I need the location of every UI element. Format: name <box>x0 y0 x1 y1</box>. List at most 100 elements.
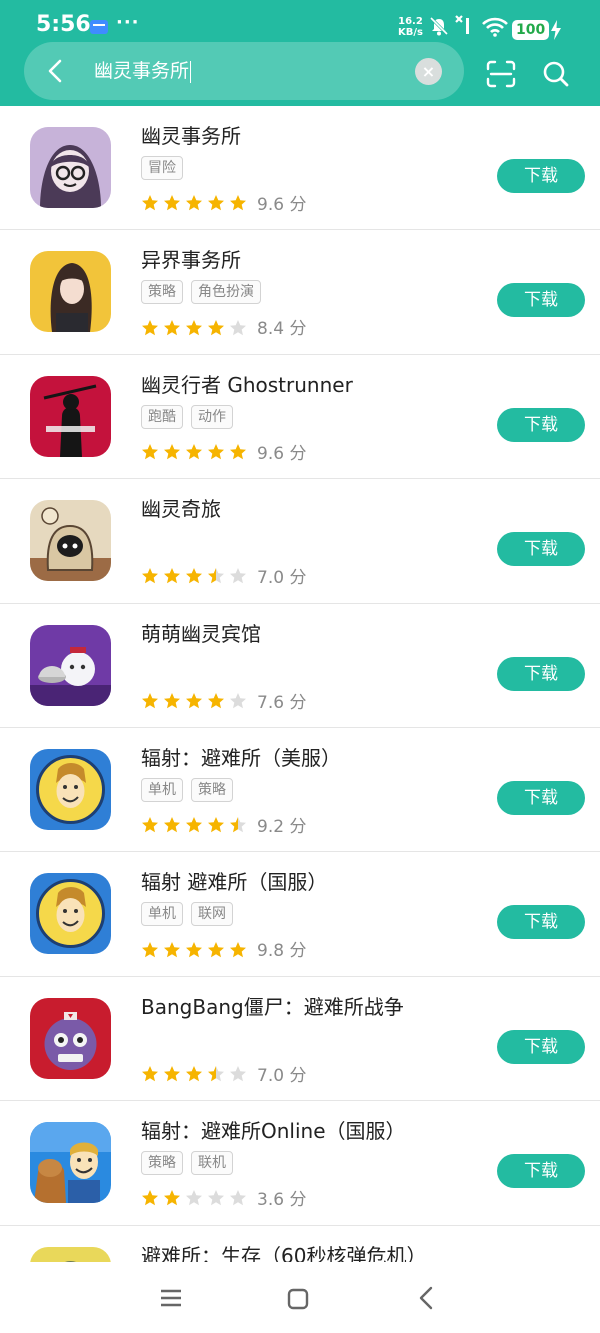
app-title: 幽灵事务所 <box>141 124 241 148</box>
star-rating <box>141 939 251 959</box>
score-text: 9.6 分 <box>257 195 307 215</box>
star-filled-icon <box>142 817 158 833</box>
rating: 9.6 分 <box>141 190 307 215</box>
app-list-item[interactable]: 幽灵行者 Ghostrunner 跑酷 动作 9.6 分 下载 <box>0 355 600 480</box>
mute-bell-icon <box>429 16 449 36</box>
download-button[interactable]: 下载 <box>497 780 585 815</box>
nav-back-icon[interactable] <box>418 1286 434 1310</box>
star-filled-icon <box>186 1065 202 1082</box>
download-button[interactable]: 下载 <box>497 532 585 567</box>
rating: 9.8 分 <box>141 936 307 962</box>
genre-tag: 联网 <box>191 902 233 927</box>
scan-icon[interactable] <box>486 60 516 88</box>
score-text: 9.8 分 <box>257 941 307 962</box>
clear-icon[interactable]: × <box>415 58 442 85</box>
star-empty-icon <box>186 1190 202 1206</box>
app-list-item[interactable]: 异界事务所 策略 角色扮演 8.4 分 下载 <box>0 230 600 355</box>
download-button[interactable]: 下载 <box>497 283 585 318</box>
star-filled-icon <box>164 319 180 335</box>
download-button[interactable]: 下载 <box>497 1154 585 1189</box>
text-cursor <box>190 60 192 83</box>
search-results-list[interactable]: 幽灵事务所 冒险 9.6 分 下载 异界事务所 策略角色扮演 8.4 分 下载 <box>0 106 600 1262</box>
score-text: 7.0 分 <box>257 1065 307 1086</box>
star-filled-icon <box>142 1065 158 1082</box>
app-title: 异界事务所 <box>141 248 241 273</box>
star-filled-icon <box>208 692 224 709</box>
search-input[interactable]: 幽灵事务所 <box>94 58 192 84</box>
app-title: 避难所：生存（60秒核弹危机） <box>141 1243 427 1262</box>
app-title: BangBang僵尸：避难所战争 <box>141 994 404 1019</box>
app-icon-ghost-agency <box>30 127 111 208</box>
star-filled-icon <box>142 195 158 211</box>
genre-tag: 策略 <box>141 1151 183 1176</box>
star-empty-icon <box>230 1190 246 1206</box>
menu-icon[interactable] <box>160 1288 182 1308</box>
wifi-icon <box>482 17 508 37</box>
score-text: 9.2 分 <box>257 816 307 837</box>
star-filled-icon <box>186 568 202 584</box>
genre-tag: 动作 <box>191 404 233 429</box>
score-text: 7.0 分 <box>257 568 307 589</box>
star-filled-icon <box>142 568 158 584</box>
star-rating <box>141 690 251 710</box>
app-list-item[interactable]: 幽灵事务所 冒险 9.6 分 下载 <box>0 106 600 231</box>
search-icon[interactable] <box>542 60 570 88</box>
rating: 9.6 分 <box>141 439 307 464</box>
home-icon[interactable] <box>287 1288 309 1310</box>
star-rating <box>141 1188 251 1208</box>
network-speed-unit: KB/s <box>398 27 423 38</box>
genre-tag: 单机 <box>141 902 183 927</box>
app-list-item[interactable]: 萌萌幽灵宾馆 7.6 分 下载 <box>0 604 600 728</box>
tag-group: 策略 联机 <box>141 1151 241 1176</box>
star-empty-icon <box>208 1190 224 1206</box>
star-filled-icon <box>186 195 202 211</box>
download-button[interactable]: 下载 <box>497 905 585 940</box>
star-filled-icon <box>142 692 158 709</box>
status-time: 5:56 <box>36 12 91 37</box>
star-half-icon <box>208 568 224 584</box>
download-button[interactable]: 下载 <box>497 159 585 193</box>
star-filled-icon <box>164 568 180 584</box>
app-list-item[interactable]: 辐射：避难所Online（国服） 策略 联机 3.6 分 下载 <box>0 1101 600 1226</box>
star-filled-icon <box>164 1065 180 1082</box>
star-filled-icon <box>164 195 180 211</box>
rating: 7.6 分 <box>141 688 306 713</box>
genre-tag: 跑酷 <box>141 404 183 429</box>
genre-tag: 单机 <box>141 777 183 802</box>
download-button[interactable]: 下载 <box>497 1029 585 1064</box>
tag-group: 策略 角色扮演 <box>141 280 269 305</box>
star-filled-icon <box>142 941 158 957</box>
star-filled-icon <box>208 444 224 460</box>
app-list-item[interactable]: 辐射 避难所（国服） 单机 联网 9.8 分 下载 <box>0 852 600 977</box>
star-rating <box>141 442 251 462</box>
app-list-item[interactable]: 辐射：避难所（美服） 单机 策略 9.2 分 下载 <box>0 728 600 853</box>
app-list-item[interactable]: 幽灵奇旅 7.0 分 下载 <box>0 479 600 604</box>
score-text: 3.6 分 <box>257 1190 307 1211</box>
search-bar[interactable] <box>24 42 464 100</box>
app-list-item[interactable]: 避难所：生存（60秒核弹危机） <box>0 1226 600 1262</box>
star-filled-icon <box>208 319 224 335</box>
download-button[interactable]: 下载 <box>497 407 585 442</box>
star-filled-icon <box>142 444 158 460</box>
app-icon-ghostrunner <box>30 375 111 457</box>
star-rating <box>141 815 251 835</box>
app-title: 幽灵奇旅 <box>141 497 221 522</box>
star-filled-icon <box>208 817 224 833</box>
tag-group: 单机 联网 <box>141 902 241 927</box>
score-text: 9.6 分 <box>257 443 307 464</box>
app-icon-shelter-survival <box>30 1246 111 1262</box>
search-query: 幽灵事务所 <box>94 60 190 82</box>
star-filled-icon <box>230 941 246 957</box>
back-icon[interactable] <box>44 58 68 84</box>
star-rating <box>141 317 251 337</box>
star-filled-icon <box>230 195 246 211</box>
network-speed-value: 16.2 <box>398 16 423 27</box>
battery-level: 100 <box>512 20 550 40</box>
genre-tag: 策略 <box>141 280 183 305</box>
wallet-notification-icon <box>90 20 108 34</box>
app-list-item[interactable]: BangBang僵尸：避难所战争 7.0 分 下载 <box>0 977 600 1102</box>
download-button[interactable]: 下载 <box>497 656 585 691</box>
rating: 8.4 分 <box>141 314 307 340</box>
genre-tag: 角色扮演 <box>191 280 261 305</box>
score-text: 8.4 分 <box>257 319 307 340</box>
